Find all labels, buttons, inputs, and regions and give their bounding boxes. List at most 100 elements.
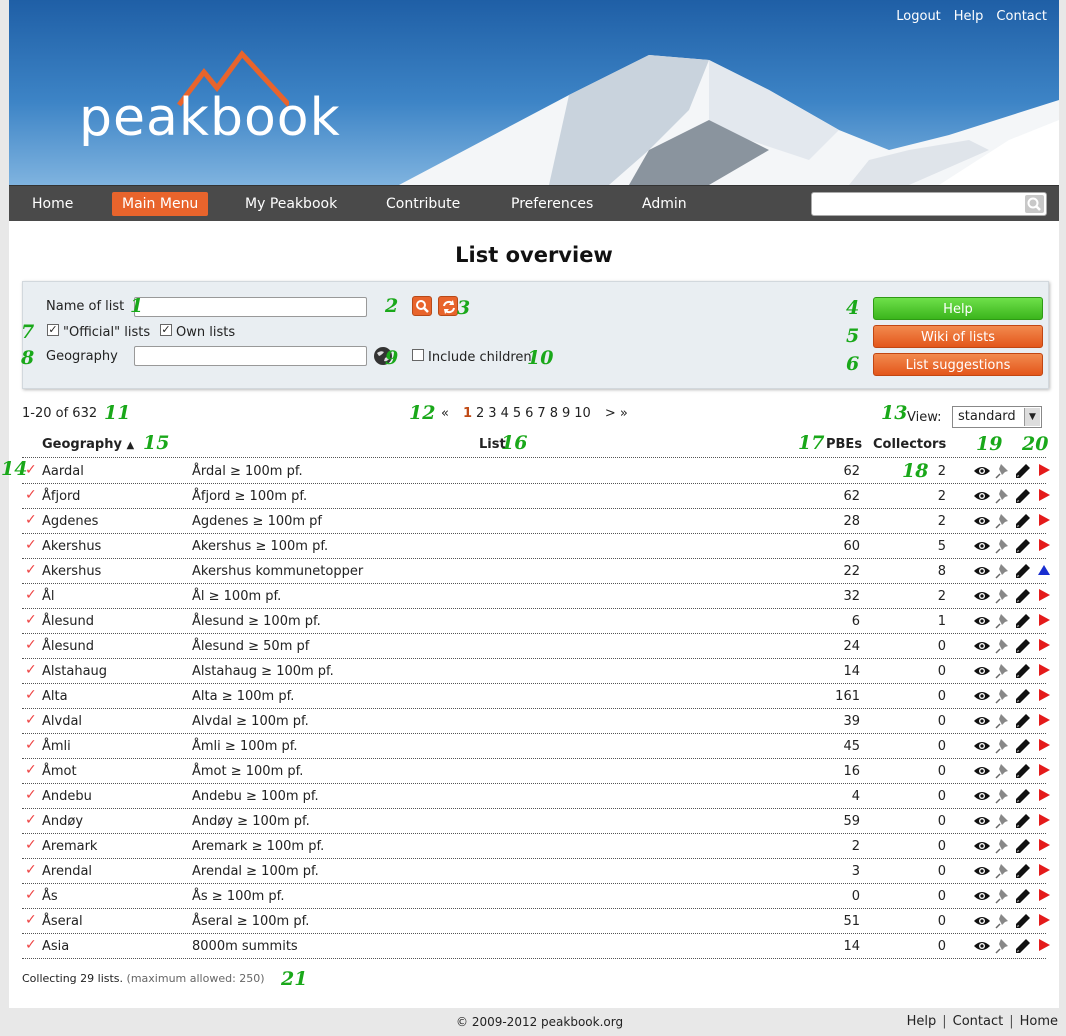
pencil-icon[interactable] <box>1015 888 1033 904</box>
geography-column-header[interactable]: Geography ▲ <box>42 437 134 452</box>
geography-cell[interactable]: Alstahaug <box>42 664 107 679</box>
pencil-icon[interactable] <box>1015 588 1033 604</box>
pin-icon[interactable] <box>995 613 1013 629</box>
list-name-cell[interactable]: Andøy ≥ 100m pf. <box>192 814 310 829</box>
list-name-cell[interactable]: Arendal ≥ 100m pf. <box>192 864 319 879</box>
pencil-icon[interactable] <box>1015 463 1033 479</box>
page-link[interactable]: 8 <box>550 406 558 421</box>
nav-search-button[interactable] <box>1025 195 1044 213</box>
pencil-icon[interactable] <box>1015 613 1033 629</box>
list-name-cell[interactable]: Agdenes ≥ 100m pf <box>192 514 322 529</box>
contact-link[interactable]: Contact <box>996 9 1047 24</box>
play-icon[interactable] <box>1037 838 1055 854</box>
help-button[interactable]: Help <box>873 297 1043 320</box>
page-link[interactable]: 9 <box>562 406 570 421</box>
geography-cell[interactable]: Alta <box>42 689 68 704</box>
geography-cell[interactable]: Andøy <box>42 814 83 829</box>
eye-icon[interactable] <box>973 763 991 779</box>
collectors-column-header[interactable]: Collectors <box>873 437 946 452</box>
wiki-of-lists-button[interactable]: Wiki of lists <box>873 325 1043 348</box>
list-name-cell[interactable]: Ås ≥ 100m pf. <box>192 889 284 904</box>
play-icon[interactable] <box>1037 588 1055 604</box>
pin-icon[interactable] <box>995 563 1013 579</box>
geography-cell[interactable]: Asia <box>42 939 69 954</box>
eye-icon[interactable] <box>973 588 991 604</box>
geography-cell[interactable]: Akershus <box>42 564 101 579</box>
geography-cell[interactable]: Andebu <box>42 789 92 804</box>
pin-icon[interactable] <box>995 838 1013 854</box>
view-select[interactable]: standard ▼ <box>952 406 1042 428</box>
eye-icon[interactable] <box>973 838 991 854</box>
list-suggestions-button[interactable]: List suggestions <box>873 353 1043 376</box>
next-page-link[interactable]: > » <box>605 406 628 421</box>
page-link[interactable]: 3 <box>488 406 496 421</box>
nav-admin[interactable]: Admin <box>632 192 697 216</box>
eye-icon[interactable] <box>973 888 991 904</box>
geography-cell[interactable]: Åmot <box>42 764 77 779</box>
list-name-cell[interactable]: Andebu ≥ 100m pf. <box>192 789 319 804</box>
geography-cell[interactable]: Åfjord <box>42 489 80 504</box>
list-name-cell[interactable]: Ål ≥ 100m pf. <box>192 589 281 604</box>
nav-home[interactable]: Home <box>22 192 83 216</box>
prev-page-link[interactable]: « <box>441 406 449 421</box>
reset-button[interactable] <box>438 296 458 316</box>
pencil-icon[interactable] <box>1015 688 1033 704</box>
eye-icon[interactable] <box>973 638 991 654</box>
play-icon[interactable] <box>1037 538 1055 554</box>
nav-preferences[interactable]: Preferences <box>501 192 603 216</box>
list-name-cell[interactable]: Ålesund ≥ 50m pf <box>192 639 309 654</box>
geography-cell[interactable]: Akershus <box>42 539 101 554</box>
play-icon[interactable] <box>1037 513 1055 529</box>
include-children-checkbox[interactable] <box>412 349 424 361</box>
eye-icon[interactable] <box>973 563 991 579</box>
pencil-icon[interactable] <box>1015 913 1033 929</box>
list-name-cell[interactable]: Akershus ≥ 100m pf. <box>192 539 328 554</box>
name-of-list-input[interactable] <box>134 297 367 317</box>
play-icon[interactable] <box>1037 613 1055 629</box>
play-icon[interactable] <box>1037 488 1055 504</box>
eye-icon[interactable] <box>973 538 991 554</box>
play-icon[interactable] <box>1037 688 1055 704</box>
eye-icon[interactable] <box>973 938 991 954</box>
search-button[interactable] <box>412 296 432 316</box>
page-link[interactable]: 1 <box>463 406 472 421</box>
eye-icon[interactable] <box>973 863 991 879</box>
official-lists-checkbox[interactable]: ✓ <box>47 324 59 336</box>
pin-icon[interactable] <box>995 463 1013 479</box>
pin-icon[interactable] <box>995 638 1013 654</box>
list-name-cell[interactable]: Alstahaug ≥ 100m pf. <box>192 664 334 679</box>
nav-my-peakbook[interactable]: My Peakbook <box>235 192 347 216</box>
geography-cell[interactable]: Aremark <box>42 839 97 854</box>
play-icon[interactable] <box>1037 463 1055 479</box>
help-link[interactable]: Help <box>954 9 984 24</box>
pin-icon[interactable] <box>995 913 1013 929</box>
pin-icon[interactable] <box>995 588 1013 604</box>
own-lists-checkbox[interactable]: ✓ <box>160 324 172 336</box>
list-name-cell[interactable]: Åmli ≥ 100m pf. <box>192 739 298 754</box>
page-link[interactable]: 7 <box>537 406 545 421</box>
list-column-header[interactable]: List <box>479 437 506 452</box>
geography-cell[interactable]: Ålesund <box>42 639 94 654</box>
list-name-cell[interactable]: Alta ≥ 100m pf. <box>192 689 294 704</box>
play-icon[interactable] <box>1037 763 1055 779</box>
pencil-icon[interactable] <box>1015 788 1033 804</box>
play-icon[interactable] <box>1037 713 1055 729</box>
eye-icon[interactable] <box>973 513 991 529</box>
pin-icon[interactable] <box>995 763 1013 779</box>
eye-icon[interactable] <box>973 913 991 929</box>
play-icon[interactable] <box>1037 888 1055 904</box>
pin-icon[interactable] <box>995 738 1013 754</box>
pin-icon[interactable] <box>995 688 1013 704</box>
list-name-cell[interactable]: Åfjord ≥ 100m pf. <box>192 489 307 504</box>
geography-cell[interactable]: Ås <box>42 889 58 904</box>
play-icon[interactable] <box>1037 863 1055 879</box>
pbes-column-header[interactable]: PBEs <box>826 437 862 452</box>
geography-cell[interactable]: Åmli <box>42 739 71 754</box>
list-name-cell[interactable]: Åmot ≥ 100m pf. <box>192 764 303 779</box>
geography-cell[interactable]: Alvdal <box>42 714 82 729</box>
footer-help-link[interactable]: Help <box>907 1014 937 1029</box>
eye-icon[interactable] <box>973 463 991 479</box>
geography-cell[interactable]: Ålesund <box>42 614 94 629</box>
play-icon[interactable] <box>1037 663 1055 679</box>
pencil-icon[interactable] <box>1015 938 1033 954</box>
